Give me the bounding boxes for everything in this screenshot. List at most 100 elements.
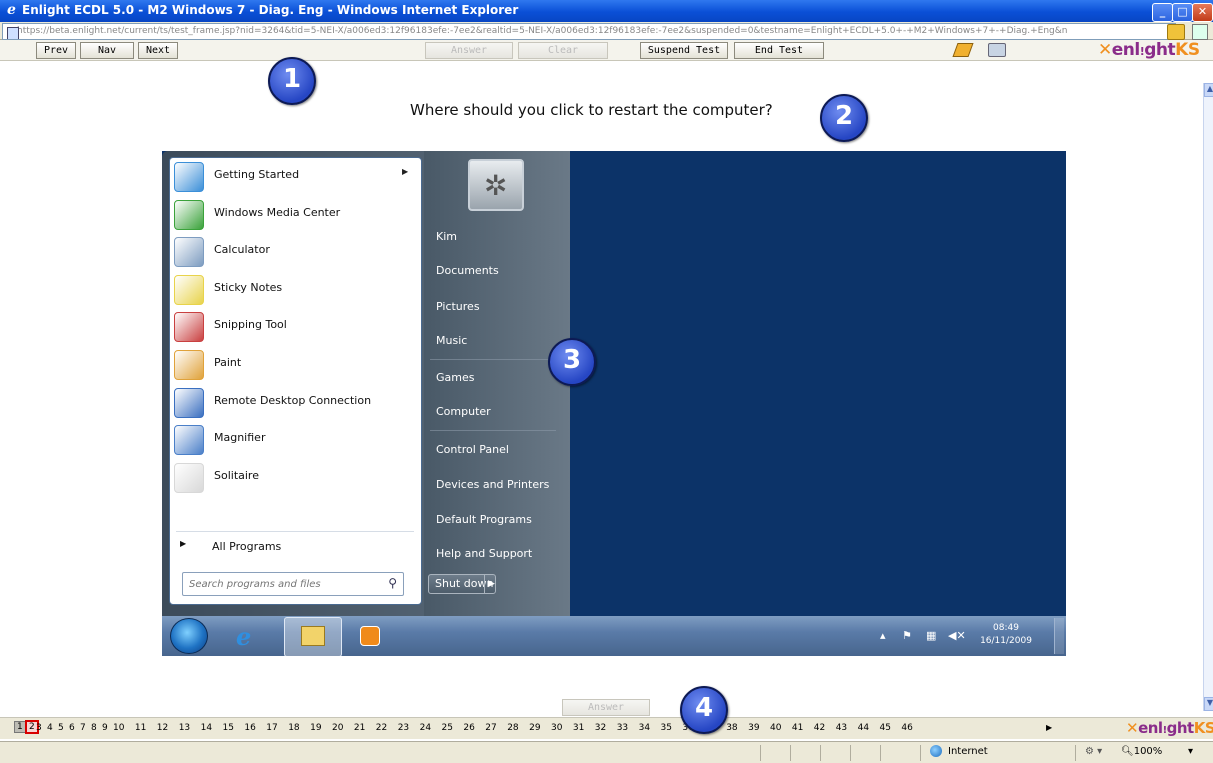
question-number[interactable]: 46 xyxy=(901,723,912,733)
question-number[interactable]: 31 xyxy=(573,723,584,733)
program-item[interactable]: Calculator xyxy=(170,234,414,268)
question-number[interactable]: 39 xyxy=(748,723,759,733)
right-link-default-programs[interactable]: Default Programs xyxy=(436,513,532,526)
question-number[interactable]: 17 xyxy=(266,723,277,733)
question-number[interactable]: 27 xyxy=(485,723,496,733)
question-number[interactable]: 32 xyxy=(595,723,606,733)
right-link-music[interactable]: Music xyxy=(436,334,467,347)
clear-button[interactable]: Clear xyxy=(518,42,608,59)
program-item[interactable]: Magnifier xyxy=(170,422,414,456)
question-number[interactable]: 42 xyxy=(814,723,825,733)
program-item[interactable]: Getting Started xyxy=(170,159,414,193)
question-number[interactable]: 29 xyxy=(529,723,540,733)
question-number[interactable]: 11 xyxy=(135,723,146,733)
program-item[interactable]: Remote Desktop Connection xyxy=(170,385,414,419)
program-item[interactable]: Paint xyxy=(170,347,414,381)
answer-button[interactable]: Answer xyxy=(425,42,513,59)
question-number[interactable]: 14 xyxy=(201,723,212,733)
right-link-control-panel[interactable]: Control Panel xyxy=(436,443,509,456)
question-number[interactable]: 5 xyxy=(58,723,64,733)
question-number[interactable]: 43 xyxy=(836,723,847,733)
windows-explorer-icon[interactable] xyxy=(284,617,342,656)
user-avatar[interactable]: ✲ xyxy=(468,159,524,211)
right-link-help-and-support[interactable]: Help and Support xyxy=(436,547,532,560)
show-desktop-button[interactable] xyxy=(1054,618,1064,654)
vertical-scrollbar[interactable]: ▲ ▼ xyxy=(1203,83,1213,711)
shut-down-options-arrow-icon[interactable]: ▶ xyxy=(484,574,498,594)
prev-button[interactable]: Prev xyxy=(36,42,76,59)
right-link-computer[interactable]: Computer xyxy=(436,405,491,418)
question-number[interactable]: 22 xyxy=(376,723,387,733)
right-link-games[interactable]: Games xyxy=(436,371,474,384)
question-number[interactable]: 1 xyxy=(14,721,26,733)
question-number[interactable]: 9 xyxy=(102,723,108,733)
program-item[interactable]: Snipping Tool xyxy=(170,309,414,343)
question-number[interactable]: 21 xyxy=(354,723,365,733)
question-number[interactable]: 10 xyxy=(113,723,124,733)
question-number[interactable]: 25 xyxy=(442,723,453,733)
scroll-down-arrow-icon[interactable]: ▼ xyxy=(1204,697,1213,711)
start-orb-button[interactable] xyxy=(170,618,208,654)
question-number[interactable]: 41 xyxy=(792,723,803,733)
question-number[interactable]: 45 xyxy=(880,723,891,733)
media-player-icon[interactable] xyxy=(354,620,388,652)
question-number[interactable]: 24 xyxy=(420,723,431,733)
maximize-button[interactable]: □ xyxy=(1172,3,1193,22)
more-questions-arrow-icon[interactable]: ▶ xyxy=(1046,723,1052,732)
question-number[interactable]: 26 xyxy=(463,723,474,733)
question-number[interactable]: 12 xyxy=(157,723,168,733)
lock-icon[interactable] xyxy=(1167,24,1185,40)
network-icon[interactable]: ▦ xyxy=(926,629,936,642)
search-input[interactable] xyxy=(189,576,379,592)
question-number[interactable]: 18 xyxy=(288,723,299,733)
question-number[interactable]: 34 xyxy=(639,723,650,733)
search-box[interactable]: ⚲ xyxy=(182,572,404,596)
book-icon[interactable] xyxy=(952,43,974,57)
program-item[interactable]: Windows Media Center xyxy=(170,197,414,231)
question-number[interactable]: 7 xyxy=(80,723,86,733)
right-link-devices-and-printers[interactable]: Devices and Printers xyxy=(436,478,549,491)
question-number[interactable]: 40 xyxy=(770,723,781,733)
right-link-pictures[interactable]: Pictures xyxy=(436,300,480,313)
question-number[interactable]: 3 xyxy=(36,723,42,733)
question-number[interactable]: 35 xyxy=(661,723,672,733)
bottom-answer-button[interactable]: Answer xyxy=(562,699,650,716)
nav-button[interactable]: Nav xyxy=(80,42,134,59)
question-number[interactable]: 33 xyxy=(617,723,628,733)
action-center-flag-icon[interactable]: ⚑ xyxy=(902,629,912,642)
refresh-icon[interactable] xyxy=(1192,24,1208,40)
right-link-kim[interactable]: Kim xyxy=(436,230,457,243)
question-number[interactable]: 23 xyxy=(398,723,409,733)
all-programs-link[interactable]: All Programs xyxy=(212,540,281,553)
right-link-documents[interactable]: Documents xyxy=(436,264,499,277)
taskbar-clock[interactable]: 08:49 16/11/2009 xyxy=(970,622,1042,648)
end-test-button[interactable]: End Test xyxy=(734,42,824,59)
question-number[interactable]: 16 xyxy=(244,723,255,733)
url-field[interactable]: https://beta.enlight.net/current/ts/test… xyxy=(2,23,1176,40)
volume-muted-icon[interactable]: ◀✕ xyxy=(948,629,966,642)
question-number[interactable]: 8 xyxy=(91,723,97,733)
question-number[interactable]: 13 xyxy=(179,723,190,733)
question-number[interactable]: 20 xyxy=(332,723,343,733)
scroll-up-arrow-icon[interactable]: ▲ xyxy=(1204,83,1213,97)
internet-explorer-icon[interactable]: e xyxy=(228,620,262,652)
question-number[interactable]: 6 xyxy=(69,723,75,733)
question-number[interactable]: 38 xyxy=(726,723,737,733)
question-number[interactable]: 30 xyxy=(551,723,562,733)
question-number[interactable]: 44 xyxy=(858,723,869,733)
zoom-dropdown-icon[interactable]: ▾ xyxy=(1188,746,1193,757)
question-number[interactable]: 28 xyxy=(507,723,518,733)
camera-icon[interactable] xyxy=(988,43,1006,57)
show-hidden-icons-icon[interactable]: ▴ xyxy=(880,629,886,642)
next-button[interactable]: Next xyxy=(138,42,178,59)
protected-mode-icon[interactable]: ⚙ ▾ xyxy=(1085,746,1102,757)
suspend-test-button[interactable]: Suspend Test xyxy=(640,42,728,59)
zoom-level[interactable]: 🔍︎100% xyxy=(1121,746,1162,757)
program-item[interactable]: Solitaire xyxy=(170,460,414,494)
close-button[interactable]: ✕ xyxy=(1192,3,1213,22)
question-number[interactable]: 4 xyxy=(47,723,53,733)
program-item[interactable]: Sticky Notes xyxy=(170,272,414,306)
minimize-button[interactable]: _ xyxy=(1152,3,1173,22)
question-number[interactable]: 15 xyxy=(223,723,234,733)
question-number[interactable]: 19 xyxy=(310,723,321,733)
